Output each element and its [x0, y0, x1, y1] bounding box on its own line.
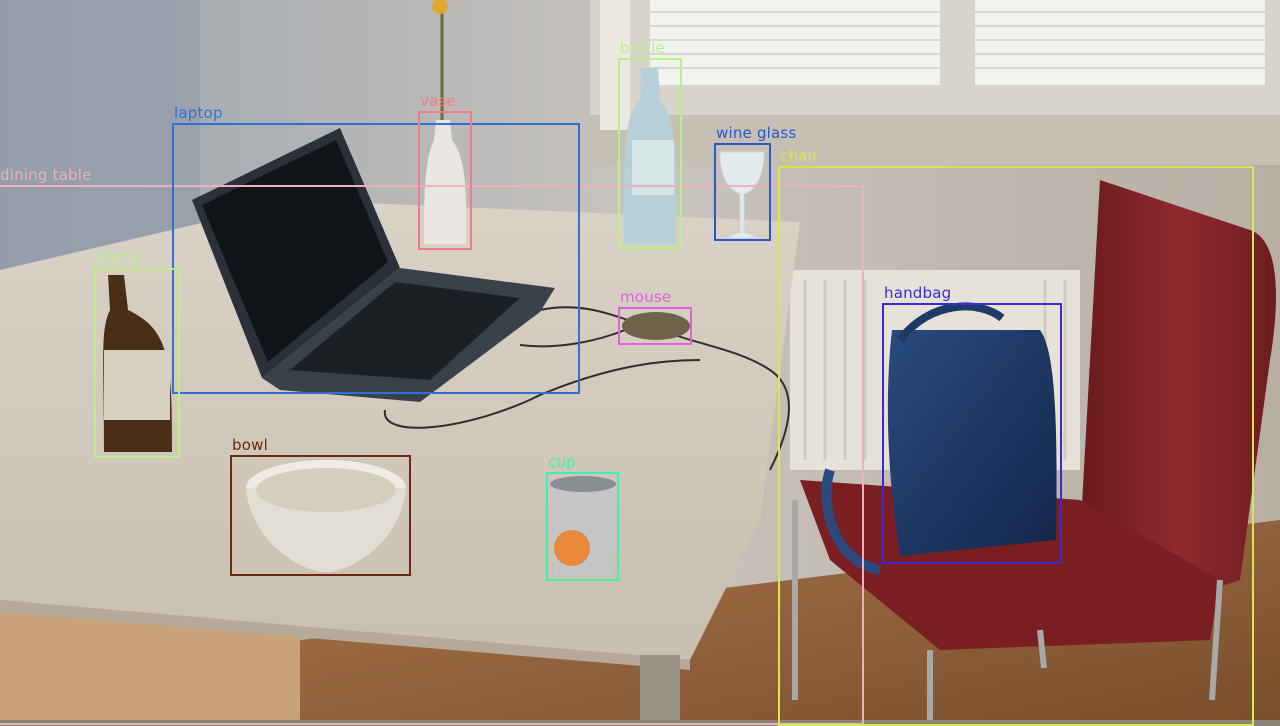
mouse	[622, 312, 690, 340]
room-photo	[0, 0, 1280, 720]
cup	[550, 476, 616, 576]
window	[590, 0, 1280, 165]
